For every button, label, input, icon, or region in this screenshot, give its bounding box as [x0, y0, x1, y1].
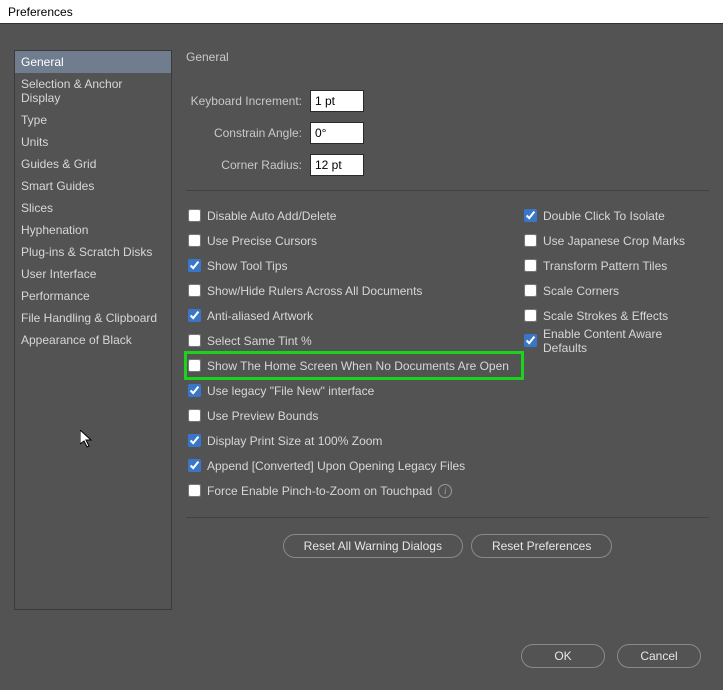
- checkbox[interactable]: [524, 209, 537, 222]
- checkbox-label: Show Tool Tips: [207, 259, 288, 273]
- checkbox-label: Select Same Tint %: [207, 334, 312, 348]
- checkbox[interactable]: [188, 384, 201, 397]
- checkbox-label: Double Click To Isolate: [543, 209, 665, 223]
- checkbox-row[interactable]: Use Japanese Crop Marks: [522, 228, 709, 253]
- checkbox[interactable]: [188, 334, 201, 347]
- corner-radius-input[interactable]: [310, 154, 364, 176]
- checkbox-row[interactable]: Transform Pattern Tiles: [522, 253, 709, 278]
- checkbox[interactable]: [188, 284, 201, 297]
- sidebar-item-user-interface[interactable]: User Interface: [15, 263, 171, 285]
- checkbox-label: Show The Home Screen When No Documents A…: [207, 359, 509, 373]
- checkbox-row[interactable]: Enable Content Aware Defaults: [522, 328, 709, 353]
- checkbox-label: Use Japanese Crop Marks: [543, 234, 685, 248]
- checkbox-row[interactable]: Force Enable Pinch-to-Zoom on Touchpad i: [186, 478, 522, 503]
- checkbox[interactable]: [188, 309, 201, 322]
- divider: [186, 190, 709, 191]
- checkbox-label: Show/Hide Rulers Across All Documents: [207, 284, 422, 298]
- checkbox[interactable]: [188, 409, 201, 422]
- checkbox[interactable]: [188, 359, 201, 372]
- checkbox[interactable]: [524, 259, 537, 272]
- checkbox-row[interactable]: Double Click To Isolate: [522, 203, 709, 228]
- sidebar-item-hyphenation[interactable]: Hyphenation: [15, 219, 171, 241]
- checkbox-label: Anti-aliased Artwork: [207, 309, 313, 323]
- checkbox-label: Use legacy "File New" interface: [207, 384, 374, 398]
- sidebar-item-slices[interactable]: Slices: [15, 197, 171, 219]
- constrain-angle-label: Constrain Angle:: [186, 126, 302, 140]
- checkbox[interactable]: [188, 259, 201, 272]
- checkbox[interactable]: [188, 434, 201, 447]
- window-titlebar: Preferences: [0, 0, 723, 24]
- checkbox[interactable]: [188, 459, 201, 472]
- checkbox-row[interactable]: Use legacy "File New" interface: [186, 378, 522, 403]
- keyboard-increment-label: Keyboard Increment:: [186, 94, 302, 108]
- checkbox[interactable]: [188, 484, 201, 497]
- checkbox-label: Scale Strokes & Effects: [543, 309, 668, 323]
- checkbox[interactable]: [524, 234, 537, 247]
- sidebar-item-guides-grid[interactable]: Guides & Grid: [15, 153, 171, 175]
- checkbox-label: Enable Content Aware Defaults: [543, 327, 709, 355]
- sidebar-item-general[interactable]: General: [15, 51, 171, 73]
- checkbox[interactable]: [524, 284, 537, 297]
- section-title: General: [186, 50, 709, 64]
- checkbox-label: Force Enable Pinch-to-Zoom on Touchpad: [207, 484, 432, 498]
- checkbox-row[interactable]: Display Print Size at 100% Zoom: [186, 428, 522, 453]
- checkbox-row[interactable]: Show Tool Tips: [186, 253, 522, 278]
- checkbox-label: Transform Pattern Tiles: [543, 259, 667, 273]
- corner-radius-label: Corner Radius:: [186, 158, 302, 172]
- preferences-sidebar: GeneralSelection & Anchor DisplayTypeUni…: [14, 50, 172, 610]
- checkbox-label: Disable Auto Add/Delete: [207, 209, 336, 223]
- checkbox-row[interactable]: Use Preview Bounds: [186, 403, 522, 428]
- sidebar-item-type[interactable]: Type: [15, 109, 171, 131]
- checkbox[interactable]: [524, 334, 537, 347]
- cancel-button[interactable]: Cancel: [617, 644, 701, 668]
- sidebar-item-plug-ins-scratch-disks[interactable]: Plug-ins & Scratch Disks: [15, 241, 171, 263]
- checkbox-row[interactable]: Disable Auto Add/Delete: [186, 203, 522, 228]
- sidebar-item-smart-guides[interactable]: Smart Guides: [15, 175, 171, 197]
- info-icon[interactable]: i: [438, 484, 452, 498]
- checkbox-row[interactable]: Show The Home Screen When No Documents A…: [186, 353, 522, 378]
- constrain-angle-input[interactable]: [310, 122, 364, 144]
- keyboard-increment-input[interactable]: [310, 90, 364, 112]
- checkbox[interactable]: [524, 309, 537, 322]
- divider: [186, 517, 709, 518]
- sidebar-item-performance[interactable]: Performance: [15, 285, 171, 307]
- checkbox-row[interactable]: Show/Hide Rulers Across All Documents: [186, 278, 522, 303]
- reset-warnings-button[interactable]: Reset All Warning Dialogs: [283, 534, 463, 558]
- checkbox[interactable]: [188, 234, 201, 247]
- checkbox-label: Display Print Size at 100% Zoom: [207, 434, 382, 448]
- sidebar-item-units[interactable]: Units: [15, 131, 171, 153]
- checkbox-label: Use Preview Bounds: [207, 409, 318, 423]
- checkbox-row[interactable]: Select Same Tint %: [186, 328, 522, 353]
- checkbox-row[interactable]: Anti-aliased Artwork: [186, 303, 522, 328]
- checkbox-label: Use Precise Cursors: [207, 234, 317, 248]
- sidebar-item-appearance-of-black[interactable]: Appearance of Black: [15, 329, 171, 351]
- checkbox-label: Append [Converted] Upon Opening Legacy F…: [207, 459, 465, 473]
- checkbox-row[interactable]: Append [Converted] Upon Opening Legacy F…: [186, 453, 522, 478]
- sidebar-item-selection-anchor-display[interactable]: Selection & Anchor Display: [15, 73, 171, 109]
- checkbox-label: Scale Corners: [543, 284, 619, 298]
- checkbox-row[interactable]: Scale Corners: [522, 278, 709, 303]
- checkbox-row[interactable]: Use Precise Cursors: [186, 228, 522, 253]
- reset-preferences-button[interactable]: Reset Preferences: [471, 534, 612, 558]
- window-title: Preferences: [8, 5, 73, 19]
- checkbox[interactable]: [188, 209, 201, 222]
- ok-button[interactable]: OK: [521, 644, 605, 668]
- checkbox-row[interactable]: Scale Strokes & Effects: [522, 303, 709, 328]
- sidebar-item-file-handling-clipboard[interactable]: File Handling & Clipboard: [15, 307, 171, 329]
